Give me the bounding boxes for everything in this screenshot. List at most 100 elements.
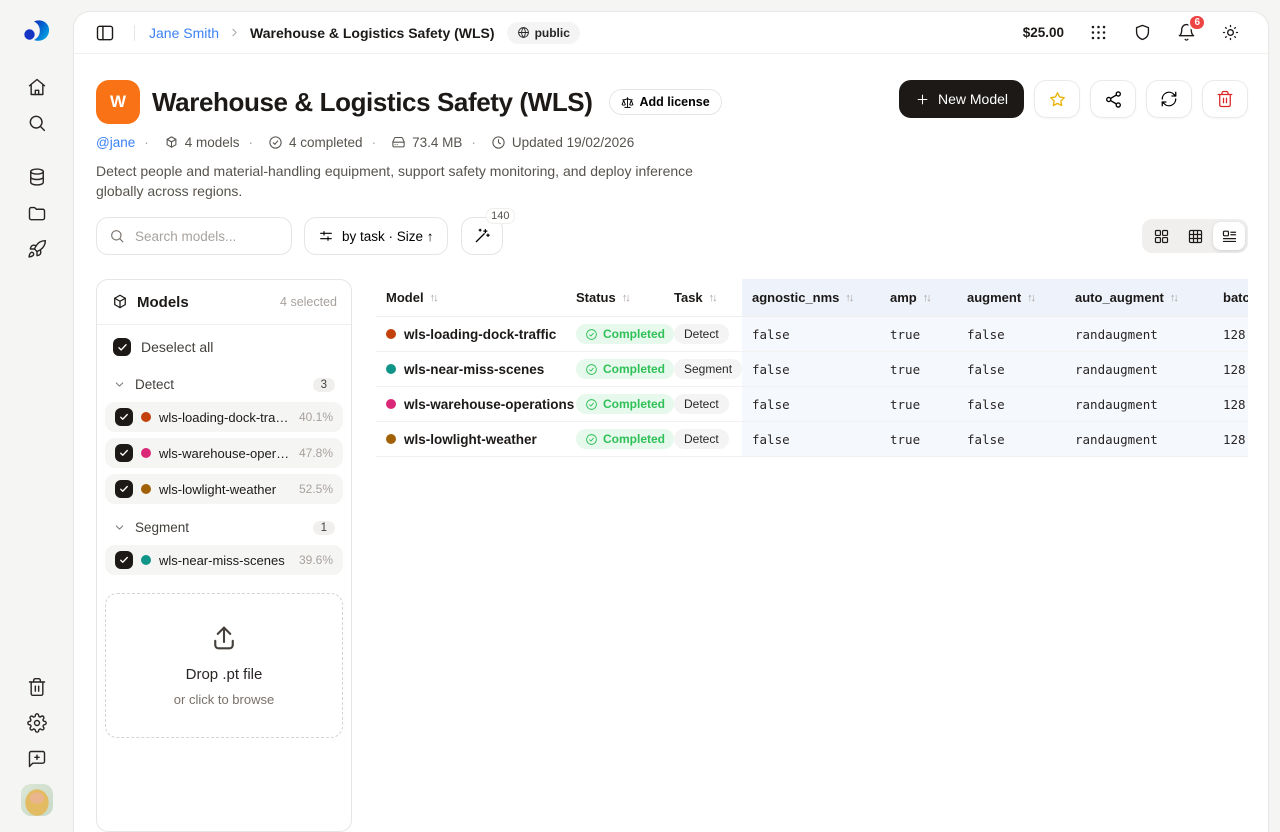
rail-deploy-rocket-icon[interactable]: [19, 232, 55, 266]
shield-icon[interactable]: [1133, 23, 1152, 42]
star-icon: [1048, 90, 1067, 109]
header-actions: New Model: [899, 80, 1248, 118]
model-checkbox[interactable]: [115, 408, 133, 426]
cell-batch: 128: [1213, 317, 1248, 351]
chevron-down-icon: [113, 521, 126, 534]
model-checkbox[interactable]: [115, 444, 133, 462]
check-circle-icon: [585, 433, 598, 446]
rail-feedback-icon[interactable]: [19, 742, 55, 776]
model-item-percent: 39.6%: [299, 553, 333, 567]
cell-amp: true: [880, 422, 957, 456]
wand-count-badge: 140: [486, 208, 514, 224]
model-name: wls-near-miss-scenes: [404, 362, 544, 377]
model-list-item[interactable]: wls-lowlight-weather 52.5%: [105, 474, 343, 504]
model-list-item[interactable]: wls-warehouse-operations 47.8%: [105, 438, 343, 468]
notification-badge: 6: [1188, 14, 1206, 31]
cell-status: Completed: [566, 317, 664, 351]
rail-home-icon[interactable]: [19, 70, 55, 104]
refresh-button[interactable]: [1146, 80, 1192, 118]
column-header-auto_augment[interactable]: auto_augment↑↓: [1065, 279, 1213, 316]
table-row[interactable]: wls-warehouse-operationsCompletedDetectf…: [376, 387, 1248, 422]
new-model-button[interactable]: New Model: [899, 80, 1024, 118]
deselect-all-checkbox[interactable]: [113, 338, 131, 356]
apps-grid-icon[interactable]: [1089, 23, 1108, 42]
cell-augment: false: [957, 387, 1065, 421]
globe-icon: [517, 26, 530, 39]
cell-task: Detect: [664, 317, 742, 351]
cell-status: Completed: [566, 422, 664, 456]
table-row[interactable]: wls-loading-dock-trafficCompletedDetectf…: [376, 317, 1248, 352]
view-grid-button[interactable]: [1145, 222, 1177, 250]
rail-settings-icon[interactable]: [19, 706, 55, 740]
models-panel: Models 4 selected Deselect all Detect 3 …: [96, 279, 352, 832]
table-row[interactable]: wls-near-miss-scenesCompletedSegmentfals…: [376, 352, 1248, 387]
model-color-dot: [386, 364, 396, 374]
table-row[interactable]: wls-lowlight-weatherCompletedDetectfalse…: [376, 422, 1248, 457]
cell-auto_augment: randaugment: [1065, 352, 1213, 386]
group-items: wls-loading-dock-traffic 40.1% wls-wareh…: [97, 402, 351, 504]
sidebar-toggle-icon[interactable]: [90, 18, 120, 48]
sort-icon: ↑↓: [622, 292, 629, 304]
user-avatar[interactable]: [21, 784, 53, 816]
rail-search-icon[interactable]: [19, 106, 55, 140]
share-button[interactable]: [1090, 80, 1136, 118]
column-header-model[interactable]: Model↑↓: [376, 279, 566, 316]
models-group: Detect 3 wls-loading-dock-traffic 40.1% …: [97, 367, 351, 504]
sort-icon: ↑↓: [430, 292, 437, 304]
sort-filter-button[interactable]: by task · Size ↑: [304, 217, 448, 255]
rail-datasets-icon[interactable]: [19, 160, 55, 194]
models-table: Model↑↓Status↑↓Task↑↓agnostic_nms↑↓amp↑↓…: [376, 279, 1248, 832]
task-badge: Segment: [674, 359, 742, 379]
task-badge: Detect: [674, 324, 729, 344]
rail-projects-icon[interactable]: [19, 196, 55, 230]
group-header[interactable]: Segment 1: [97, 510, 351, 543]
model-name: wls-lowlight-weather: [404, 432, 537, 447]
check-circle-icon: [585, 363, 598, 376]
cell-batch: 128: [1213, 422, 1248, 456]
theme-sun-icon[interactable]: [1221, 23, 1240, 42]
account-balance[interactable]: $25.00: [1023, 25, 1064, 40]
bell-icon[interactable]: 6: [1177, 23, 1196, 42]
models-group-list: Detect 3 wls-loading-dock-traffic 40.1% …: [97, 367, 351, 581]
share-icon: [1104, 90, 1123, 109]
file-dropzone[interactable]: Drop .pt file or click to browse: [105, 593, 343, 738]
breadcrumb-user[interactable]: Jane Smith: [149, 25, 219, 41]
cell-status: Completed: [566, 387, 664, 421]
delete-project-button[interactable]: [1202, 80, 1248, 118]
sort-icon: ↑↓: [923, 292, 930, 304]
group-header[interactable]: Detect 3: [97, 367, 351, 400]
table-body: wls-loading-dock-trafficCompletedDetectf…: [376, 317, 1248, 457]
magic-wand-button[interactable]: 140: [461, 217, 503, 255]
project-header: W Warehouse & Logistics Safety (WLS) Add…: [96, 80, 1248, 201]
owner-link[interactable]: @jane: [96, 135, 135, 150]
model-checkbox[interactable]: [115, 551, 133, 569]
upload-icon: [209, 622, 239, 652]
search-input[interactable]: [133, 228, 279, 245]
column-header-task[interactable]: Task↑↓: [664, 279, 742, 316]
add-license-button[interactable]: Add license: [609, 89, 722, 115]
cell-agnostic_nms: false: [742, 317, 880, 351]
column-header-amp[interactable]: amp↑↓: [880, 279, 957, 316]
view-list-button[interactable]: [1213, 222, 1245, 250]
favorite-star-button[interactable]: [1034, 80, 1080, 118]
cell-augment: false: [957, 317, 1065, 351]
topbar-divider: [134, 25, 135, 41]
column-header-status[interactable]: Status↑↓: [566, 279, 664, 316]
model-list-item[interactable]: wls-loading-dock-traffic 40.1%: [105, 402, 343, 432]
model-item-name: wls-lowlight-weather: [159, 482, 291, 497]
app-logo-icon[interactable]: [21, 14, 53, 46]
view-table-button[interactable]: [1179, 222, 1211, 250]
wand-sparkles-icon: [473, 227, 491, 245]
column-header-agnostic_nms[interactable]: agnostic_nms↑↓: [742, 279, 880, 316]
model-color-dot: [141, 484, 151, 494]
column-header-batch[interactable]: batch↑↓: [1213, 279, 1248, 316]
trash-icon: [1216, 90, 1234, 108]
model-list-item[interactable]: wls-near-miss-scenes 39.6%: [105, 545, 343, 575]
column-header-augment[interactable]: augment↑↓: [957, 279, 1065, 316]
sort-icon: ↑↓: [709, 292, 716, 304]
model-checkbox[interactable]: [115, 480, 133, 498]
chevron-down-icon: [113, 378, 126, 391]
deselect-all-row[interactable]: Deselect all: [97, 325, 351, 367]
group-items: wls-near-miss-scenes 39.6%: [97, 545, 351, 575]
rail-trash-icon[interactable]: [19, 670, 55, 704]
